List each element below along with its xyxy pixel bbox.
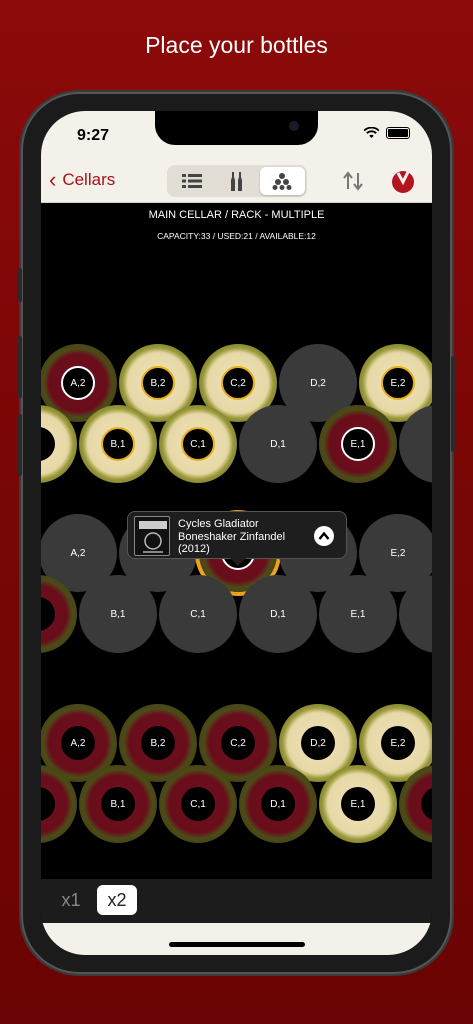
volume-up-button	[18, 336, 22, 398]
nav-bar: ‹ Cellars	[41, 161, 432, 203]
bottles-view-tab[interactable]	[214, 167, 259, 195]
slot-label: D,2	[301, 726, 335, 760]
slot-label: E,1	[341, 787, 375, 821]
slot-label: E,1	[350, 608, 366, 620]
notch	[155, 111, 318, 145]
slot-label: A,2	[61, 366, 95, 400]
battery-icon	[386, 127, 410, 139]
slot-label: C,1	[181, 787, 215, 821]
phone-screen: 9:27 ‹ Cellars MAIN CELLAR / RACK - MULT…	[41, 111, 432, 955]
slot-label: B,1	[110, 608, 126, 620]
camera-icon	[289, 121, 299, 131]
status-bar: 9:27	[41, 111, 432, 161]
rack-slot[interactable]: C,1	[159, 405, 237, 483]
view-segmented-control	[167, 165, 307, 197]
slot-label: C,1	[181, 427, 215, 461]
rack-view-tab[interactable]	[259, 167, 305, 195]
app-logo-icon[interactable]	[389, 167, 417, 195]
slot-label: D,1	[261, 787, 295, 821]
bottle-tooltip[interactable]: Cycles Gladiator Boneshaker Zinfandel (2…	[127, 511, 347, 566]
rack-slot[interactable]: C,1	[159, 575, 237, 653]
capacity-summary: CAPACITY:33 / USED:21 / AVAILABLE:12	[157, 231, 316, 241]
rack-view-icon	[272, 173, 292, 190]
zoom-x1-button[interactable]: x1	[51, 885, 91, 915]
back-button[interactable]: ‹ Cellars	[49, 169, 115, 191]
slot-label: E,2	[381, 726, 415, 760]
mute-switch	[18, 268, 22, 302]
slot-label: B,2	[141, 366, 175, 400]
slot-label: E,2	[381, 366, 415, 400]
slot-label: C,2	[221, 366, 255, 400]
wine-label-image	[139, 521, 167, 553]
home-indicator-area	[41, 923, 432, 955]
rack-slot[interactable]: B,1	[79, 575, 157, 653]
home-indicator	[169, 942, 305, 947]
slot-label: 1	[41, 597, 55, 631]
expand-up-icon[interactable]	[314, 526, 334, 546]
slot-label: 1	[41, 427, 55, 461]
rack-slot[interactable]: E,1	[319, 765, 397, 843]
rack-content: MAIN CELLAR / RACK - MULTIPLE CAPACITY:3…	[41, 203, 432, 955]
zoom-x2-button[interactable]: x2	[97, 885, 137, 915]
cellar-path: MAIN CELLAR / RACK - MULTIPLE	[148, 209, 325, 221]
slot-label: D,1	[270, 438, 286, 450]
zoom-bar: x1 x2	[41, 879, 432, 923]
slot-label: B,1	[101, 787, 135, 821]
slot-label: C,1	[190, 608, 206, 620]
list-view-tab[interactable]	[169, 167, 214, 195]
rack-slot[interactable]: E,1	[319, 575, 397, 653]
slot-label	[399, 405, 432, 483]
volume-down-button	[18, 414, 22, 476]
bottle-label-thumbnail	[134, 516, 170, 556]
list-view-icon	[181, 174, 202, 188]
tooltip-wine-producer: Cycles Gladiator	[178, 518, 259, 530]
slot-label: E,1	[341, 427, 375, 461]
slot-label	[421, 787, 432, 821]
clock: 9:27	[77, 127, 110, 144]
slot-label: B,2	[141, 726, 175, 760]
sort-icon[interactable]	[341, 169, 365, 193]
slot-label: B,1	[101, 427, 135, 461]
power-button	[451, 356, 455, 452]
rack-slot[interactable]	[399, 575, 432, 653]
tooltip-pointer	[230, 558, 246, 566]
rack-slot[interactable]: E,1	[319, 405, 397, 483]
bottles-view-icon	[230, 172, 242, 191]
tooltip-wine-vintage: (2012)	[178, 543, 210, 555]
rack-slot[interactable]: D,1	[239, 575, 317, 653]
chevron-left-icon: ‹	[49, 167, 57, 192]
wifi-icon	[363, 127, 380, 138]
slot-label: 1	[41, 787, 55, 821]
rack-slot[interactable]	[399, 405, 432, 483]
slot-label: A,2	[61, 726, 95, 760]
rack-slot[interactable]: B,1	[79, 405, 157, 483]
tooltip-wine-name: Boneshaker Zinfandel	[178, 530, 286, 543]
rack-slot[interactable]: D,1	[239, 405, 317, 483]
page-headline: Place your bottles	[145, 32, 328, 58]
slot-label	[399, 575, 432, 653]
slot-label: C,2	[221, 726, 255, 760]
rack-slot[interactable]: B,1	[79, 765, 157, 843]
rack-slot[interactable]: D,1	[239, 765, 317, 843]
back-label: Cellars	[62, 170, 116, 189]
slot-label: D,1	[270, 608, 286, 620]
rack-slot[interactable]: C,1	[159, 765, 237, 843]
